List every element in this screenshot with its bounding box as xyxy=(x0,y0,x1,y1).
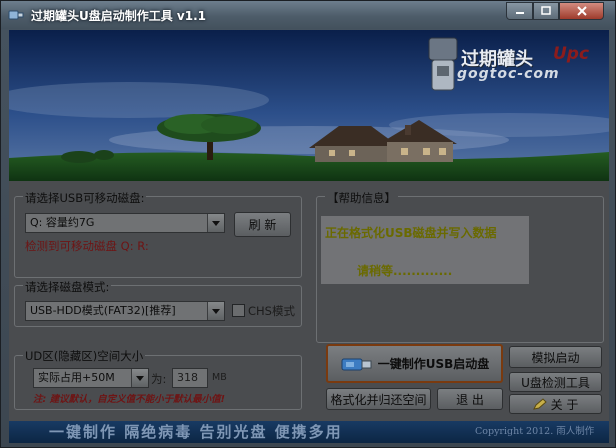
minimize-icon xyxy=(515,12,524,14)
mode-select[interactable]: USB-HDD模式(FAT32)[推荐] xyxy=(25,301,225,321)
size-unit: MB xyxy=(212,372,227,383)
ud-size-input[interactable]: 318 xyxy=(172,368,208,388)
about-pencil-icon xyxy=(532,398,547,410)
slogan-strip: 一键制作 隔绝病毒 告别光盘 便携多用 Copyright 2012. 雨人制作 xyxy=(9,421,609,443)
maximize-icon xyxy=(541,6,551,15)
ud-size-select[interactable]: 实际占用+50M xyxy=(33,368,149,388)
make-usb-boot-button[interactable]: 一键制作USB启动盘 xyxy=(326,344,503,383)
chevron-down-icon[interactable] xyxy=(131,369,148,387)
client-area: 过期罐头 Upc gogtoc-com 请选择USB可移动磁盘: Q: 容量约7… xyxy=(9,30,609,421)
help-line-2: 请稍等............. xyxy=(357,264,453,278)
usb-group-label: 请选择USB可移动磁盘: xyxy=(23,190,147,206)
help-line-1: 正在格式化USB磁盘并写入数据 xyxy=(325,226,497,240)
restore-space-button[interactable]: 格式化并归还空间 xyxy=(326,388,431,410)
usb-check-tool-button[interactable]: U盘检测工具 xyxy=(509,372,602,392)
logo-url: gogtoc-com xyxy=(457,66,560,82)
exit-button[interactable]: 退 出 xyxy=(437,388,503,410)
main-window: 过期罐头U盘启动制作工具 v1.1 过期罐头 Upc gogtoc-com 请选… xyxy=(0,0,616,448)
chevron-down-icon[interactable] xyxy=(207,302,224,320)
chs-checkbox[interactable] xyxy=(232,304,245,317)
chs-label: CHS模式 xyxy=(248,304,295,318)
usb-group xyxy=(14,196,302,278)
about-button[interactable]: 关 于 xyxy=(509,394,602,414)
copyright-text: Copyright 2012. 雨人制作 xyxy=(475,426,595,437)
title-bar[interactable]: 过期罐头U盘启动制作工具 v1.1 xyxy=(1,1,615,29)
mode-group-label: 请选择磁盘模式: xyxy=(23,279,112,295)
minimize-button[interactable] xyxy=(506,2,533,20)
chevron-down-icon[interactable] xyxy=(207,214,224,232)
refresh-button[interactable]: 刷 新 xyxy=(234,212,291,237)
usb-stick-icon xyxy=(341,358,372,370)
detected-drives-text: 检测到可移动磁盘 Q: R: xyxy=(25,239,149,253)
make-usb-boot-label: 一键制作USB启动盘 xyxy=(377,357,490,371)
about-label: 关 于 xyxy=(550,397,579,412)
size-prefix: 为: xyxy=(151,372,167,386)
simulate-boot-button[interactable]: 模拟启动 xyxy=(509,346,602,368)
close-button[interactable] xyxy=(559,2,604,20)
ud-group-label: UD区(隐藏区)空间大小 xyxy=(23,348,146,364)
maximize-button[interactable] xyxy=(533,2,559,20)
mode-select-value: USB-HDD模式(FAT32)[推荐] xyxy=(30,304,176,317)
logo-badge: Upc xyxy=(553,44,590,64)
help-panel: 正在格式化USB磁盘并写入数据 请稍等............. xyxy=(321,216,529,284)
ud-size-select-value: 实际占用+50M xyxy=(38,371,115,384)
drive-select-value: Q: 容量约7G xyxy=(30,216,95,229)
window-title: 过期罐头U盘启动制作工具 v1.1 xyxy=(31,9,207,23)
slogan-text: 一键制作 隔绝病毒 告别光盘 便携多用 xyxy=(49,423,343,441)
app-icon xyxy=(8,10,24,20)
help-group-label: 【帮助信息】 xyxy=(325,190,398,206)
close-icon xyxy=(576,6,587,16)
banner-image: 过期罐头 Upc gogtoc-com xyxy=(9,30,609,181)
drive-select[interactable]: Q: 容量约7G xyxy=(25,213,225,233)
ud-note: 注: 建议默认，自定义值不能小于默认最小值! xyxy=(33,394,225,405)
